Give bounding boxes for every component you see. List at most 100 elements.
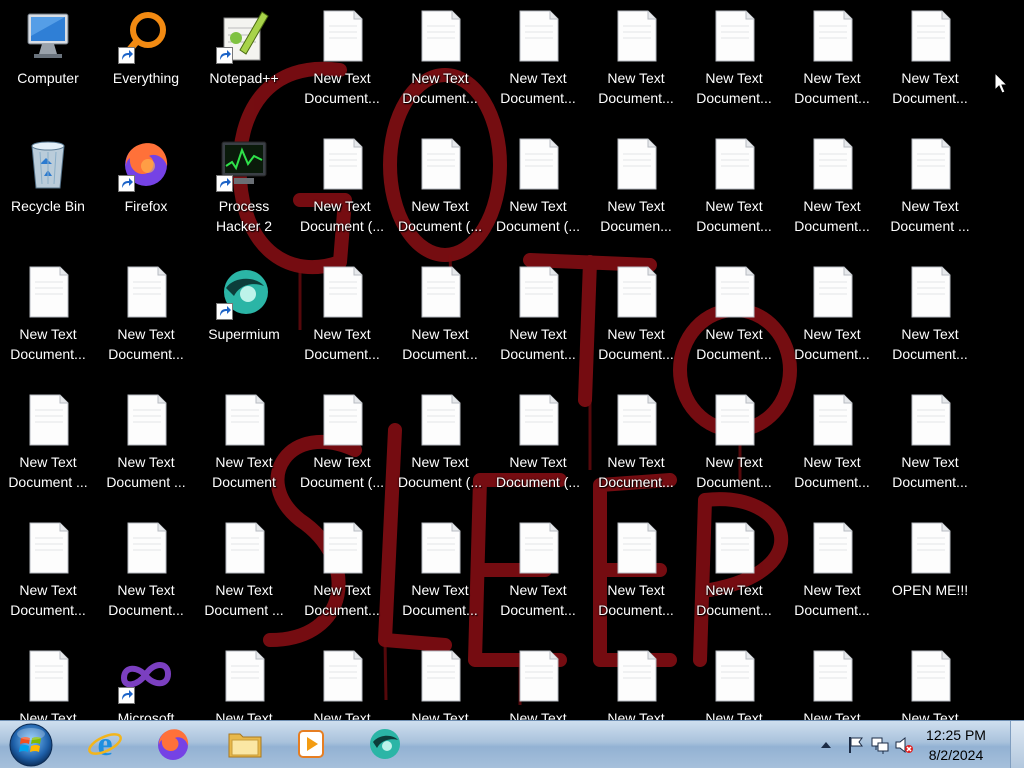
desktop-icon[interactable]: New Text Document (... [294,128,390,246]
desktop-icon-label: New Text [705,710,763,720]
desktop-icon[interactable]: OPEN ME!!! [882,512,978,630]
desktop-icon[interactable]: New Text Document (... [392,384,488,502]
desktop-icon[interactable]: Process Hacker 2 [196,128,292,246]
desktop[interactable]: Computer Everything Notepad++ New Text Docu… [0,0,1024,720]
text-document-icon [20,520,76,576]
desktop-icon[interactable]: Microsoft [98,640,194,720]
clock-date: 8/2/2024 [928,747,984,763]
show-desktop-button[interactable] [1010,721,1024,768]
desktop-icon[interactable]: New Text Document... [98,256,194,374]
desktop-icon[interactable]: New Text Document... [294,512,390,630]
desktop-icon-label: New Text [313,710,371,720]
desktop-icon[interactable]: New Text Document... [686,256,782,374]
desktop-icon[interactable]: New Text Document... [392,512,488,630]
desktop-icon-label: New Text [901,710,959,720]
desktop-icon[interactable]: New Text Document... [98,512,194,630]
desktop-icon[interactable]: Notepad++ [196,0,292,118]
desktop-icon-label: New Text Document (... [495,454,581,490]
desktop-icon[interactable]: New Text [588,640,684,720]
desktop-icon[interactable]: New Text Document ... [882,128,978,246]
desktop-icon[interactable]: New Text Document... [686,128,782,246]
desktop-icon[interactable]: New Text Document... [882,0,978,118]
text-document-icon [412,648,468,704]
desktop-icon-label: New Text Document (... [299,454,385,490]
desktop-icon-label: New Text Document... [696,70,772,106]
desktop-icon-label: New Text Document... [696,582,772,618]
desktop-icon[interactable]: New Text Document... [882,256,978,374]
desktop-icon[interactable]: New Text Document... [686,512,782,630]
desktop-icon[interactable]: New Text Document... [686,0,782,118]
desktop-icon-label: New Text Document... [794,70,870,106]
desktop-icon[interactable]: New Text [882,640,978,720]
desktop-icon[interactable]: New Text Document... [490,0,586,118]
desktop-icon[interactable]: New Text Document (... [490,384,586,502]
text-document-icon [608,8,664,64]
desktop-icon[interactable]: New Text Document... [784,128,880,246]
desktop-icon[interactable]: New Text [0,640,96,720]
desktop-icon[interactable]: New Text Document (... [490,128,586,246]
desktop-icon[interactable]: New Text Document... [588,0,684,118]
desktop-icon[interactable]: New Text Document (... [392,128,488,246]
text-document-icon [608,648,664,704]
windows-start-orb-icon[interactable] [6,722,56,768]
text-document-icon [706,520,762,576]
text-document-icon [314,264,370,320]
desktop-icon-label: New Text [509,710,567,720]
desktop-icon-label: New Text [607,710,665,720]
taskbar-clock[interactable]: 12:25 PM 8/2/2024 [916,725,996,765]
desktop-icon[interactable]: New Text [686,640,782,720]
taskbar-media-player-button[interactable] [282,723,340,765]
desktop-icon-label: New Text Document... [304,582,380,618]
desktop-icon[interactable]: New Text Document... [0,256,96,374]
desktop-icon-label: New Text Document... [402,326,478,362]
desktop-icon[interactable]: New Text Document... [392,256,488,374]
desktop-icon-label: Everything [112,70,180,86]
desktop-icon[interactable]: New Text Documen... [588,128,684,246]
desktop-icon[interactable]: New Text [294,640,390,720]
action-center-flag-icon[interactable] [846,735,866,755]
desktop-icon[interactable]: New Text Document... [784,384,880,502]
desktop-icon[interactable]: New Text Document ... [98,384,194,502]
desktop-icon[interactable]: New Text Document... [392,0,488,118]
text-document-icon [20,648,76,704]
desktop-icon[interactable]: New Text Document... [882,384,978,502]
desktop-icon[interactable]: New Text Document... [294,256,390,374]
network-icon[interactable] [870,735,890,755]
desktop-icon[interactable]: New Text Document... [588,384,684,502]
desktop-icon[interactable]: New Text [490,640,586,720]
desktop-icon[interactable]: Everything [98,0,194,118]
desktop-icon[interactable]: New Text [392,640,488,720]
desktop-icon[interactable]: New Text [196,640,292,720]
taskbar-file-explorer-button[interactable] [216,723,274,765]
desktop-icon[interactable]: New Text Document... [784,512,880,630]
desktop-icon[interactable]: New Text [784,640,880,720]
desktop-icon-label: New Text Document ... [106,454,186,490]
desktop-icon[interactable]: New Text Document... [0,512,96,630]
desktop-icon[interactable]: New Text Document... [588,256,684,374]
desktop-icon-label: Recycle Bin [11,198,85,214]
desktop-icon[interactable]: New Text Document... [588,512,684,630]
desktop-icon[interactable]: New Text Document (... [294,384,390,502]
desktop-icon[interactable]: Firefox [98,128,194,246]
show-hidden-icons-chevron[interactable] [816,735,836,755]
desktop-icon[interactable]: New Text Document ... [196,512,292,630]
desktop-icon[interactable]: New Text Document... [686,384,782,502]
taskbar-firefox-button[interactable] [144,723,202,765]
desktop-icon[interactable]: New Text Document ... [0,384,96,502]
svg-text:e: e [97,726,112,763]
desktop-icon[interactable]: New Text Document [196,384,292,502]
desktop-icon[interactable]: New Text Document... [784,0,880,118]
volume-muted-icon[interactable] [894,735,914,755]
taskbar-internet-explorer-button[interactable]: e [76,723,134,765]
desktop-icon[interactable]: Supermium [196,256,292,374]
desktop-icon[interactable]: New Text Document... [784,256,880,374]
text-document-icon [608,392,664,448]
desktop-icon[interactable]: New Text Document... [294,0,390,118]
desktop-icon[interactable]: New Text Document... [490,256,586,374]
desktop-icon-label: New Text Document... [892,326,968,362]
desktop-icon[interactable]: New Text Document... [490,512,586,630]
text-document-icon [804,520,860,576]
taskbar-supermium-button[interactable] [356,723,414,765]
desktop-icon[interactable]: Recycle Bin [0,128,96,246]
desktop-icon[interactable]: Computer [0,0,96,118]
